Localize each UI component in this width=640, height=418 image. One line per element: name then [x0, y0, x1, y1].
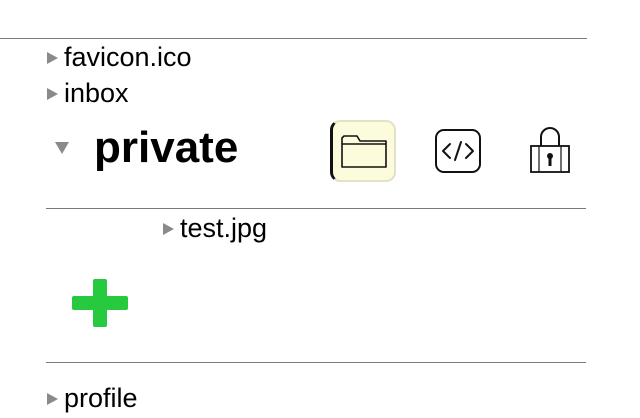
divider-top: [0, 38, 587, 39]
tree-item-label: profile: [64, 383, 138, 413]
lock-icon: [530, 127, 570, 173]
tree-item-favicon[interactable]: favicon.ico: [47, 44, 192, 71]
code-icon: [435, 129, 481, 173]
tree-item-label: inbox: [64, 78, 129, 108]
plus-icon: [72, 279, 128, 327]
folder-title: private: [94, 123, 239, 172]
add-item-button[interactable]: [70, 276, 130, 330]
collapse-triangle-icon[interactable]: [55, 142, 69, 154]
divider-middle: [46, 208, 586, 209]
expand-triangle-icon[interactable]: [163, 222, 174, 235]
tree-item-inbox[interactable]: inbox: [47, 80, 129, 107]
file-tree-page: favicon.ico inbox private test.jpg profi…: [0, 0, 640, 418]
expand-triangle-icon[interactable]: [47, 51, 58, 64]
tree-folder-private[interactable]: private: [55, 126, 238, 170]
code-view-button[interactable]: [433, 126, 483, 176]
divider-bottom: [46, 362, 586, 363]
folder-view-button[interactable]: [330, 120, 396, 182]
tree-item-profile[interactable]: profile: [47, 385, 138, 412]
expand-triangle-icon[interactable]: [47, 392, 58, 405]
folder-icon: [340, 135, 387, 168]
expand-triangle-icon[interactable]: [47, 87, 58, 100]
tree-item-test-jpg[interactable]: test.jpg: [163, 215, 267, 242]
tree-item-label: test.jpg: [180, 213, 268, 243]
tree-item-label: favicon.ico: [64, 42, 192, 72]
lock-button[interactable]: [527, 124, 573, 176]
